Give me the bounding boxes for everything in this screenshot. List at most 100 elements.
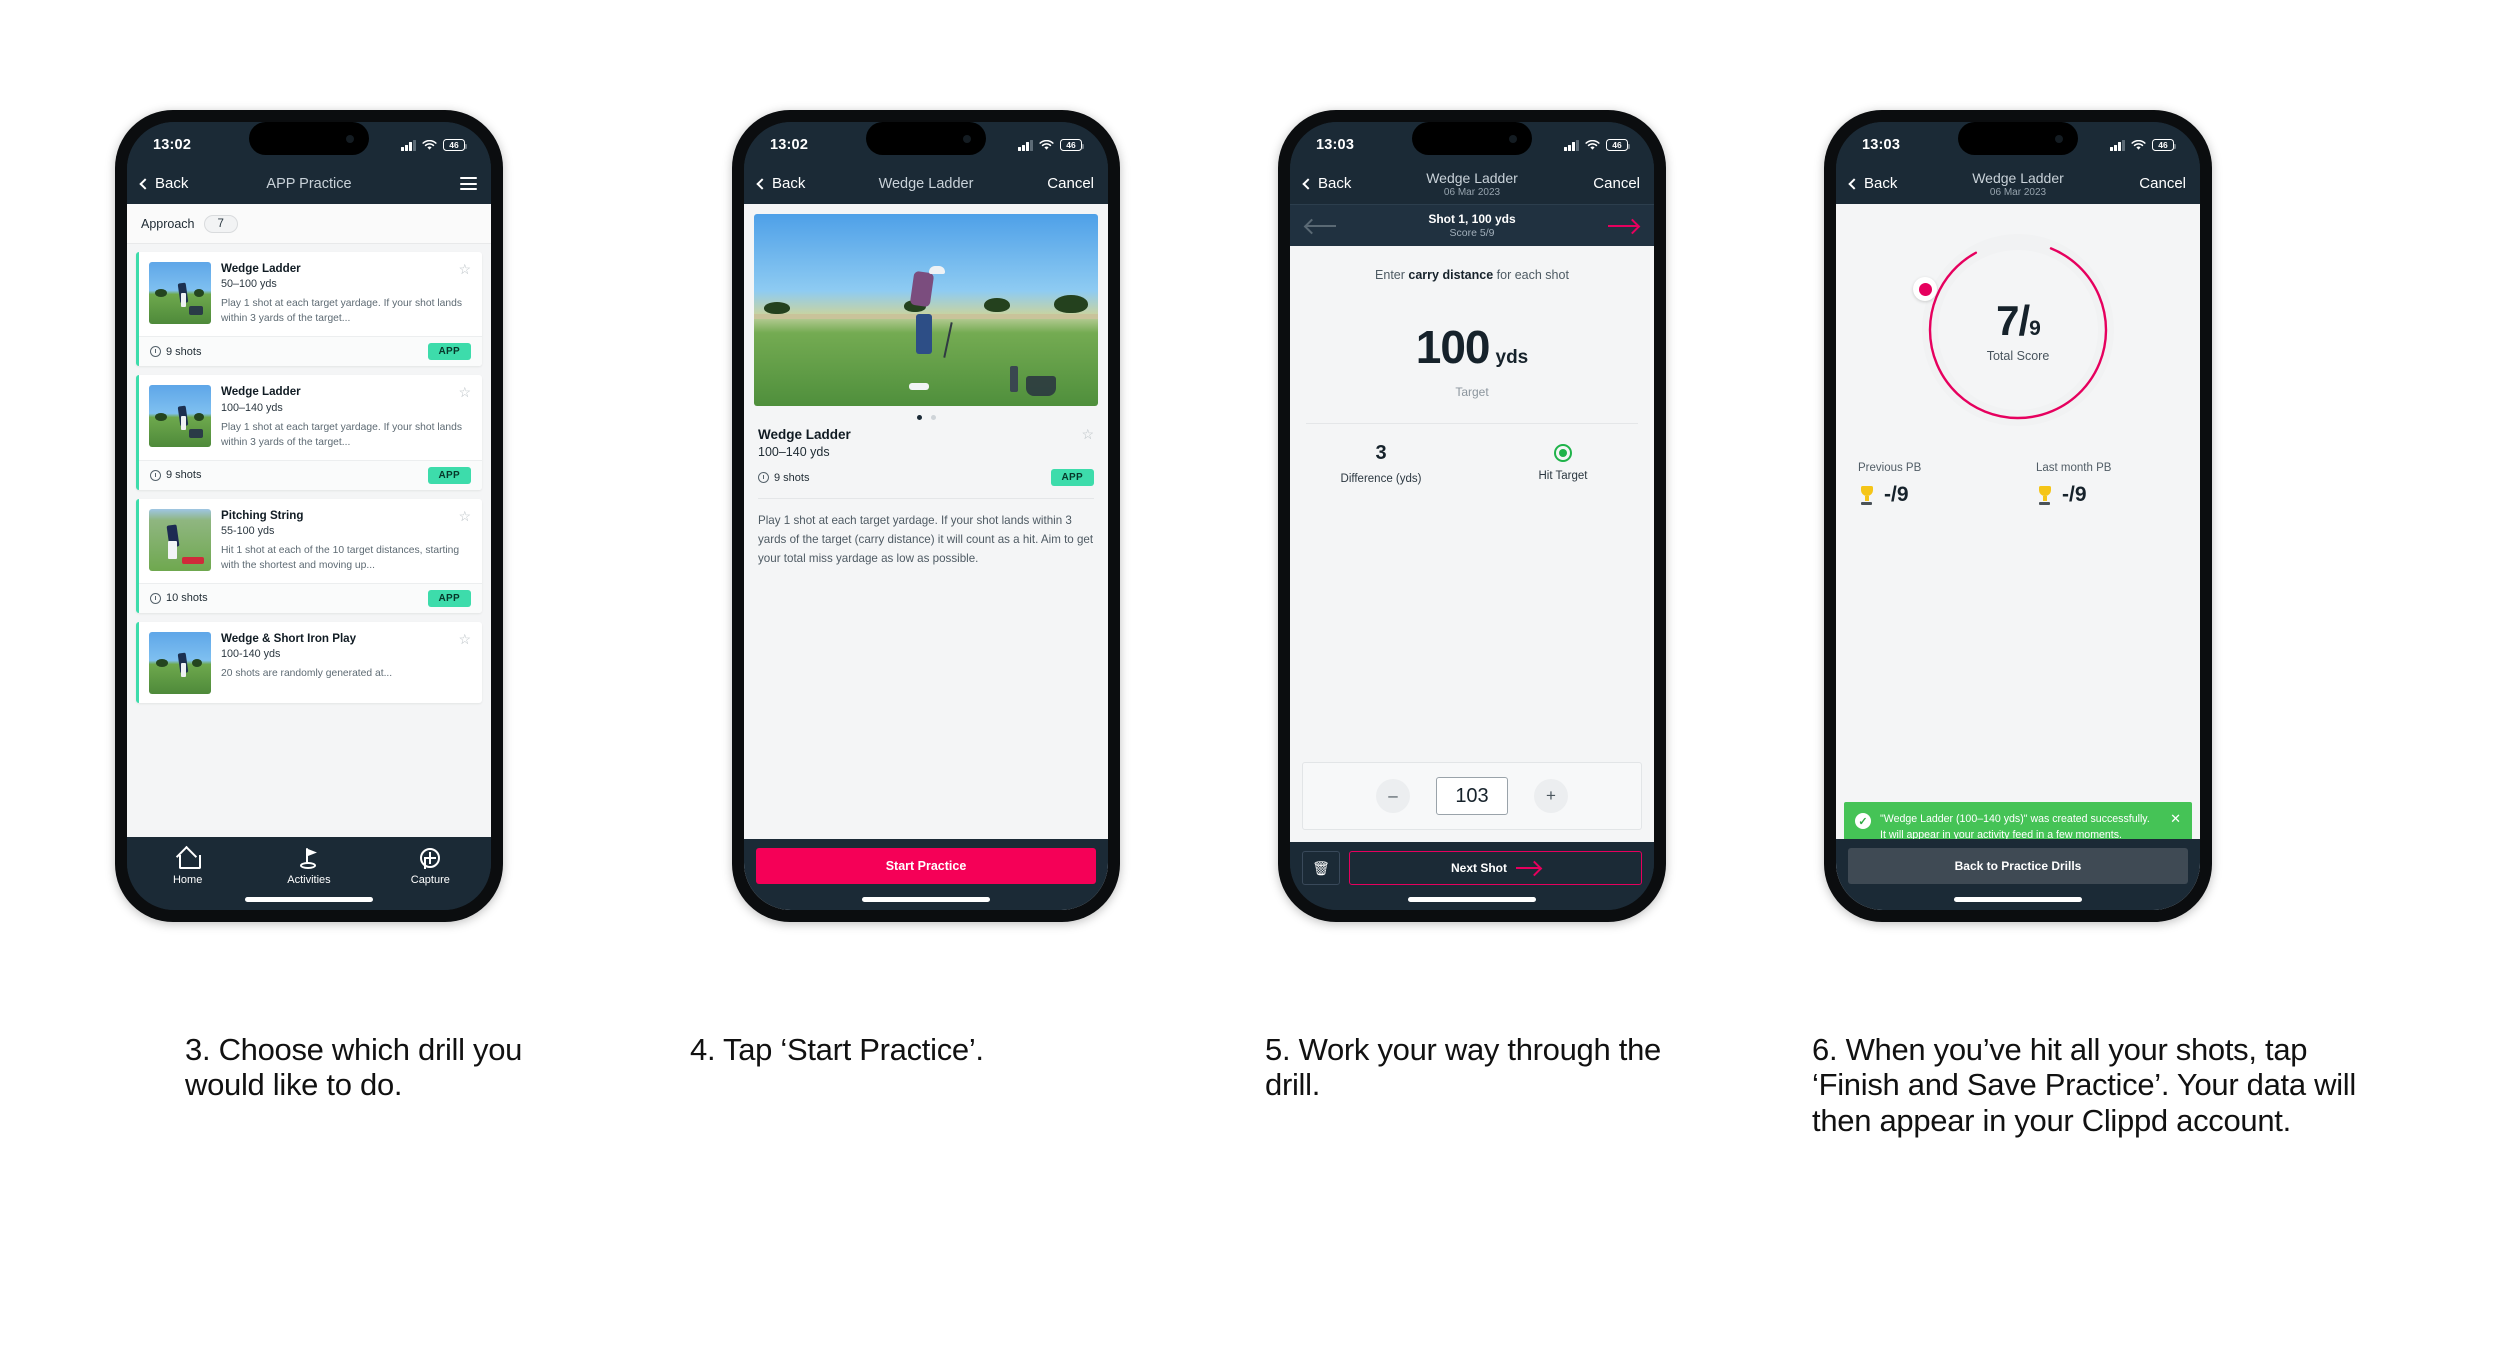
caption-step-4: 4. Tap ‘Start Practice’. bbox=[690, 1032, 984, 1067]
back-to-practice-drills-button[interactable]: Back to Practice Drills bbox=[1848, 848, 2188, 884]
pb-label: Previous PB bbox=[1858, 462, 1922, 474]
target-distance: 100 yds Target bbox=[1290, 320, 1654, 399]
increment-button[interactable]: + bbox=[1534, 779, 1568, 813]
caption-step-6: 6. When you’ve hit all your shots, tap ‘… bbox=[1812, 1032, 2356, 1138]
tab-activities[interactable]: Activities bbox=[248, 847, 369, 886]
back-button[interactable]: Back bbox=[139, 175, 188, 192]
next-shot-button[interactable]: Next Shot bbox=[1349, 851, 1642, 885]
drill-card[interactable]: Wedge Ladder 50–100 yds ☆ Play 1 shot at… bbox=[136, 252, 482, 367]
back-button[interactable]: Back bbox=[1848, 175, 1897, 192]
drill-card[interactable]: Wedge & Short Iron Play 100-140 yds ☆ 20… bbox=[136, 621, 482, 703]
drill-tag: APP bbox=[427, 466, 471, 484]
filter-label: Approach bbox=[141, 217, 195, 231]
signal-icon bbox=[401, 139, 416, 151]
drill-yardage: 50–100 yds bbox=[221, 278, 277, 291]
filter-row: Approach 7 bbox=[127, 204, 491, 244]
score-total: 9 bbox=[2029, 317, 2041, 340]
phone-3: 13:03 46 Back Wedge Ladder 06 Mar 2023 C… bbox=[1278, 110, 1666, 922]
nav-bar: Back APP Practice bbox=[127, 168, 491, 204]
previous-shot-arrow-icon[interactable] bbox=[1306, 224, 1336, 227]
metric-hit-target: Hit Target bbox=[1472, 442, 1654, 485]
carousel-dot[interactable] bbox=[930, 415, 936, 420]
status-time: 13:03 bbox=[1316, 137, 1355, 153]
notch bbox=[249, 122, 369, 155]
phone-4: 13:03 46 Back Wedge Ladder 06 Mar 2023 C… bbox=[1824, 110, 2212, 922]
drill-description: Play 1 shot at each target yardage. If y… bbox=[221, 421, 462, 448]
tab-home[interactable]: Home bbox=[127, 847, 248, 886]
tab-label: Home bbox=[172, 874, 203, 886]
drill-thumbnail bbox=[149, 508, 211, 571]
drill-card[interactable]: Wedge Ladder 100–140 yds ☆ Play 1 shot a… bbox=[136, 375, 482, 490]
favorite-star-icon[interactable]: ☆ bbox=[454, 262, 471, 276]
signal-icon bbox=[1018, 139, 1033, 151]
last-month-pb: Last month PB -/9 bbox=[2018, 462, 2196, 507]
trash-icon[interactable]: 🗑 bbox=[1302, 851, 1340, 885]
drill-tag: APP bbox=[1050, 469, 1094, 486]
camera-lens-icon bbox=[346, 134, 354, 143]
screen-2-body: Wedge Ladder 100–140 yds ☆ 9 shots APP P… bbox=[744, 204, 1108, 910]
next-shot-arrow-icon[interactable] bbox=[1608, 224, 1638, 227]
notch bbox=[1412, 122, 1532, 155]
arrow-right-icon bbox=[1516, 867, 1540, 869]
drill-tag: APP bbox=[427, 343, 471, 361]
chevron-left-icon bbox=[1848, 177, 1860, 190]
drill-title: Wedge Ladder bbox=[221, 385, 301, 399]
battery-indicator: 46 bbox=[2152, 139, 2176, 151]
signal-icon bbox=[1564, 139, 1579, 151]
entry-hint-post: for each shot bbox=[1493, 268, 1569, 282]
wifi-icon bbox=[2131, 139, 2146, 150]
drill-title: Wedge Ladder bbox=[758, 427, 851, 442]
cancel-button[interactable]: Cancel bbox=[1047, 175, 1094, 192]
previous-pb: Previous PB -/9 bbox=[1840, 462, 2018, 507]
favorite-star-icon[interactable]: ☆ bbox=[454, 385, 471, 399]
tab-capture[interactable]: Capture bbox=[370, 847, 491, 886]
check-circle-icon: ✓ bbox=[1855, 813, 1871, 830]
back-button[interactable]: Back bbox=[1302, 175, 1351, 192]
drill-title: Wedge & Short Iron Play bbox=[221, 631, 357, 645]
decrement-button[interactable]: – bbox=[1376, 779, 1410, 813]
battery-indicator: 46 bbox=[443, 139, 467, 151]
page-subtitle: 06 Mar 2023 bbox=[1443, 186, 1501, 198]
home-icon bbox=[177, 847, 201, 869]
favorite-star-icon[interactable]: ☆ bbox=[454, 509, 471, 523]
cancel-button[interactable]: Cancel bbox=[1593, 175, 1640, 192]
tab-label: Capture bbox=[410, 874, 450, 886]
chevron-left-icon bbox=[139, 177, 151, 190]
phone-1: 13:02 46 Back APP Practice Approach 7 We… bbox=[115, 110, 503, 922]
favorite-star-icon[interactable]: ☆ bbox=[1077, 427, 1094, 441]
clock-icon bbox=[758, 472, 769, 483]
home-indicator bbox=[245, 897, 373, 902]
phone-2: 13:02 46 Back Wedge Ladder Cancel Wedge … bbox=[732, 110, 1120, 922]
home-indicator bbox=[862, 897, 990, 902]
cancel-button[interactable]: Cancel bbox=[2139, 175, 2186, 192]
drill-yardage: 55-100 yds bbox=[221, 525, 275, 538]
page-title: Wedge Ladder bbox=[1972, 169, 2064, 186]
favorite-star-icon[interactable]: ☆ bbox=[454, 632, 471, 646]
clock-icon bbox=[150, 469, 161, 481]
wifi-icon bbox=[1585, 139, 1600, 150]
drill-description: Play 1 shot at each target yardage. If y… bbox=[221, 298, 462, 325]
drill-shots: 9 shots bbox=[166, 345, 202, 358]
drill-tag: APP bbox=[427, 589, 471, 607]
chevron-left-icon bbox=[756, 177, 768, 190]
filter-count-badge[interactable]: 7 bbox=[203, 215, 238, 233]
carry-distance-stepper[interactable]: – 103 + bbox=[1302, 762, 1642, 830]
page-title: Wedge Ladder bbox=[878, 175, 974, 192]
carry-distance-input[interactable]: 103 bbox=[1436, 777, 1508, 815]
drill-card[interactable]: Pitching String 55-100 yds ☆ Hit 1 shot … bbox=[136, 498, 482, 613]
trophy-icon bbox=[1858, 485, 1875, 505]
shot-label: Shot 1, 100 yds bbox=[1428, 212, 1516, 226]
hamburger-icon[interactable] bbox=[460, 177, 477, 190]
drill-title: Wedge Ladder bbox=[221, 262, 301, 275]
start-practice-button[interactable]: Start Practice bbox=[756, 848, 1096, 884]
page-title: APP Practice bbox=[266, 175, 352, 192]
carousel-dots[interactable] bbox=[744, 406, 1108, 426]
next-shot-label: Next Shot bbox=[1450, 861, 1507, 875]
drill-shots: 9 shots bbox=[166, 469, 202, 482]
trophy-icon bbox=[2036, 485, 2053, 505]
carousel-dot-active[interactable] bbox=[916, 415, 922, 420]
shot-score: Score 5/9 bbox=[1449, 227, 1495, 239]
back-button[interactable]: Back bbox=[756, 175, 805, 192]
golf-flag-icon bbox=[298, 847, 320, 869]
screen-4-body: 7/9 Total Score Previous PB -/9 Last mon… bbox=[1836, 204, 2200, 910]
